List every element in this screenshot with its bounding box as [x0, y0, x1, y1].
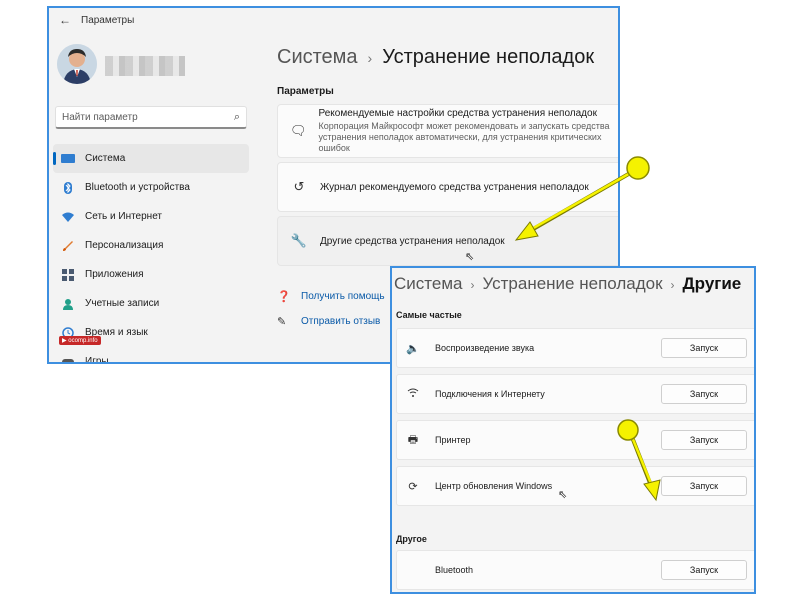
card-subtitle: Корпорация Майкрософт может рекомендоват…: [318, 121, 610, 153]
avatar[interactable]: [57, 44, 97, 84]
run-button[interactable]: Запуск: [661, 476, 747, 496]
breadcrumb-separator: ›: [367, 50, 373, 66]
speaker-icon: 🔈: [406, 342, 420, 355]
feedback-icon: ✎: [277, 316, 287, 328]
search-input[interactable]: Найти параметр ⌕: [55, 106, 247, 129]
search-placeholder: Найти параметр: [62, 111, 138, 123]
run-button[interactable]: Запуск: [661, 338, 747, 358]
row-label: Принтер: [435, 435, 471, 445]
annotation-marker-1: [626, 156, 650, 180]
row-label: Подключения к Интернету: [435, 389, 545, 399]
sync-icon: ⟳: [408, 480, 418, 493]
sidebar-item-label: Система: [85, 153, 126, 164]
row-label: Центр обновления Windows: [435, 481, 553, 491]
link-label: Отправить отзыв: [301, 316, 381, 327]
sidebar-item-label: Учетные записи: [85, 298, 160, 309]
brush-icon: [61, 240, 75, 252]
back-arrow-icon[interactable]: ←: [55, 13, 75, 27]
sidebar-item-network[interactable]: Сеть и Интернет: [49, 202, 249, 231]
section-other: Другое: [396, 534, 427, 544]
troubleshooter-row-internet: Подключения к Интернету Запуск: [396, 374, 754, 414]
history-icon: ↺: [293, 179, 305, 194]
card-title: Другие средства устранения неполадок: [320, 235, 505, 247]
gamepad-icon: [61, 356, 75, 362]
row-label: Воспроизведение звука: [435, 343, 535, 353]
other-troubleshooters-card[interactable]: 🔧 Другие средства устранения неполадок: [277, 216, 618, 266]
get-help-link[interactable]: ❓ Получить помощь: [277, 290, 385, 303]
troubleshooter-row-printer: 🖶 Принтер Запуск: [396, 420, 754, 460]
breadcrumb-second[interactable]: Устранение неполадок: [482, 274, 662, 293]
page-title: Система › Устранение неполадок: [277, 46, 594, 69]
breadcrumb-parent[interactable]: Система: [277, 46, 358, 68]
watermark-logo: ▶ ocomp.info: [59, 336, 101, 345]
sidebar-item-system[interactable]: Система: [53, 144, 249, 173]
run-button[interactable]: Запуск: [661, 384, 747, 404]
breadcrumb-current: Устранение неполадок: [382, 46, 595, 68]
sidebar-item-label: Сеть и Интернет: [85, 211, 163, 222]
sidebar-item-label: Bluetooth и устройства: [85, 182, 190, 193]
breadcrumb-separator: ›: [470, 278, 475, 292]
section-label: Параметры: [277, 86, 334, 97]
troubleshooter-row-windows-update: ⟳ Центр обновления Windows Запуск: [396, 466, 754, 506]
breadcrumb-current: Другие: [682, 274, 742, 293]
sidebar-item-personalization[interactable]: Персонализация: [49, 231, 249, 260]
bluetooth-icon: [61, 181, 75, 194]
sidebar-item-label: Игры: [85, 356, 109, 364]
sidebar-item-label: Приложения: [85, 269, 144, 280]
page-title: Система › Устранение неполадок › Другие: [394, 274, 741, 294]
sidebar-item-label: Персонализация: [85, 240, 164, 251]
sidebar-item-apps[interactable]: Приложения: [49, 260, 249, 289]
search-icon[interactable]: ⌕: [234, 111, 240, 124]
user-name-blurred: [105, 56, 185, 76]
sidebar-item-gaming[interactable]: Игры: [49, 347, 249, 364]
breadcrumb-first[interactable]: Система: [394, 274, 462, 293]
card-title: Журнал рекомендуемого средства устранени…: [320, 181, 589, 193]
wrench-icon: 🔧: [290, 233, 308, 248]
apps-icon: [61, 268, 75, 281]
breadcrumb-separator: ›: [670, 278, 675, 292]
title-bar: ← Параметры: [49, 8, 618, 32]
send-feedback-link[interactable]: ✎ Отправить отзыв: [277, 315, 380, 328]
run-button[interactable]: Запуск: [661, 430, 747, 450]
troubleshooter-row-audio: 🔈 Воспроизведение звука Запуск: [396, 328, 754, 368]
recommended-settings-card[interactable]: 🗨 Рекомендуемые настройки средства устра…: [277, 104, 618, 158]
other-troubleshooters-window: Система › Устранение неполадок › Другие Самы…: [390, 266, 756, 594]
mouse-cursor-icon: ⇖: [558, 489, 568, 501]
link-label: Получить помощь: [301, 291, 385, 302]
display-icon: [61, 153, 75, 165]
chat-icon: 🗨: [290, 123, 307, 138]
sidebar-item-bluetooth[interactable]: Bluetooth и устройства: [49, 173, 249, 202]
person-icon: [61, 298, 75, 310]
troubleshooter-row-bluetooth: Bluetooth Запуск: [396, 550, 754, 590]
app-title: Параметры: [81, 14, 135, 26]
sidebar-item-accounts[interactable]: Учетные записи: [49, 289, 249, 318]
mouse-cursor-icon: ⇖: [465, 251, 475, 263]
row-label: Bluetooth: [435, 565, 474, 575]
sidebar-nav: Система Bluetooth и устройства Сеть и Ин…: [49, 144, 249, 364]
printer-icon: 🖶: [407, 433, 419, 446]
history-card[interactable]: ↺ Журнал рекомендуемого средства устране…: [277, 162, 618, 212]
section-frequent: Самые частые: [396, 310, 462, 320]
help-icon: ❓: [277, 291, 291, 303]
run-button[interactable]: Запуск: [661, 560, 747, 580]
card-title: Рекомендуемые настройки средства устране…: [318, 108, 597, 119]
wifi-icon: [61, 211, 75, 223]
wifi-icon: [405, 388, 421, 401]
